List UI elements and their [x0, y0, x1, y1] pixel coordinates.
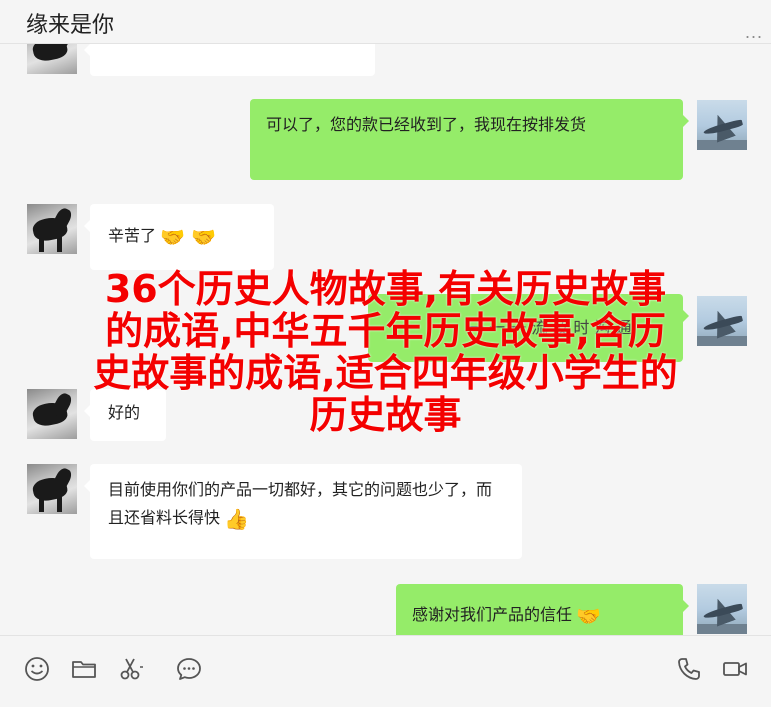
- headline-line: 36个历史人物故事,有关历史故事: [104, 267, 667, 311]
- video-icon[interactable]: [722, 656, 748, 682]
- handshake-icon: 🤝 🤝: [160, 225, 217, 249]
- self-avatar[interactable]: [697, 100, 747, 150]
- folder-icon[interactable]: [71, 656, 97, 682]
- message-text: 辛苦了: [108, 226, 157, 245]
- scissors-icon[interactable]: [118, 656, 144, 682]
- watermark-headline: 36个历史人物故事,有关历史故事 的成语,中华五千年历史故事,含历 史故事的成语…: [0, 268, 771, 436]
- more-options-icon[interactable]: ...: [745, 22, 763, 43]
- headline-line: 的成语,中华五千年历史故事,含历: [105, 309, 666, 353]
- title-bar: 缘来是你 ...: [0, 0, 771, 44]
- message-bubble-partial: [84, 44, 375, 76]
- contact-avatar[interactable]: [27, 44, 77, 74]
- message-text: 目前使用你们的产品一切都好，其它的问题也少了，而且还省料长得快: [108, 480, 493, 527]
- emoji-icon[interactable]: [24, 656, 50, 682]
- headline-line: 历史故事: [309, 393, 462, 437]
- self-avatar[interactable]: [697, 584, 747, 634]
- contact-avatar[interactable]: [27, 204, 77, 254]
- message-text: 感谢对我们产品的信任: [412, 605, 573, 624]
- message-bubble-sent: 感谢对我们产品的信任 🤝: [396, 584, 689, 635]
- headline-line: 史故事的成语,适合四年级小学生的: [93, 351, 678, 395]
- chat-icon[interactable]: [176, 656, 202, 682]
- message-bubble-received: 目前使用你们的产品一切都好，其它的问题也少了，而且还省料长得快 👍: [84, 464, 522, 559]
- message-bubble-received: 辛苦了 🤝 🤝: [84, 204, 274, 270]
- phone-icon[interactable]: [676, 656, 702, 682]
- handshake-icon: 🤝: [576, 604, 601, 628]
- thumbs-up-icon: 👍: [224, 507, 249, 531]
- input-toolbar: [0, 635, 771, 707]
- message-bubble-sent: 可以了，您的款已经收到了，我现在按排发货: [250, 99, 689, 180]
- message-text: 可以了，您的款已经收到了，我现在按排发货: [266, 115, 587, 134]
- chat-title: 缘来是你: [26, 13, 115, 38]
- contact-avatar[interactable]: [27, 464, 77, 514]
